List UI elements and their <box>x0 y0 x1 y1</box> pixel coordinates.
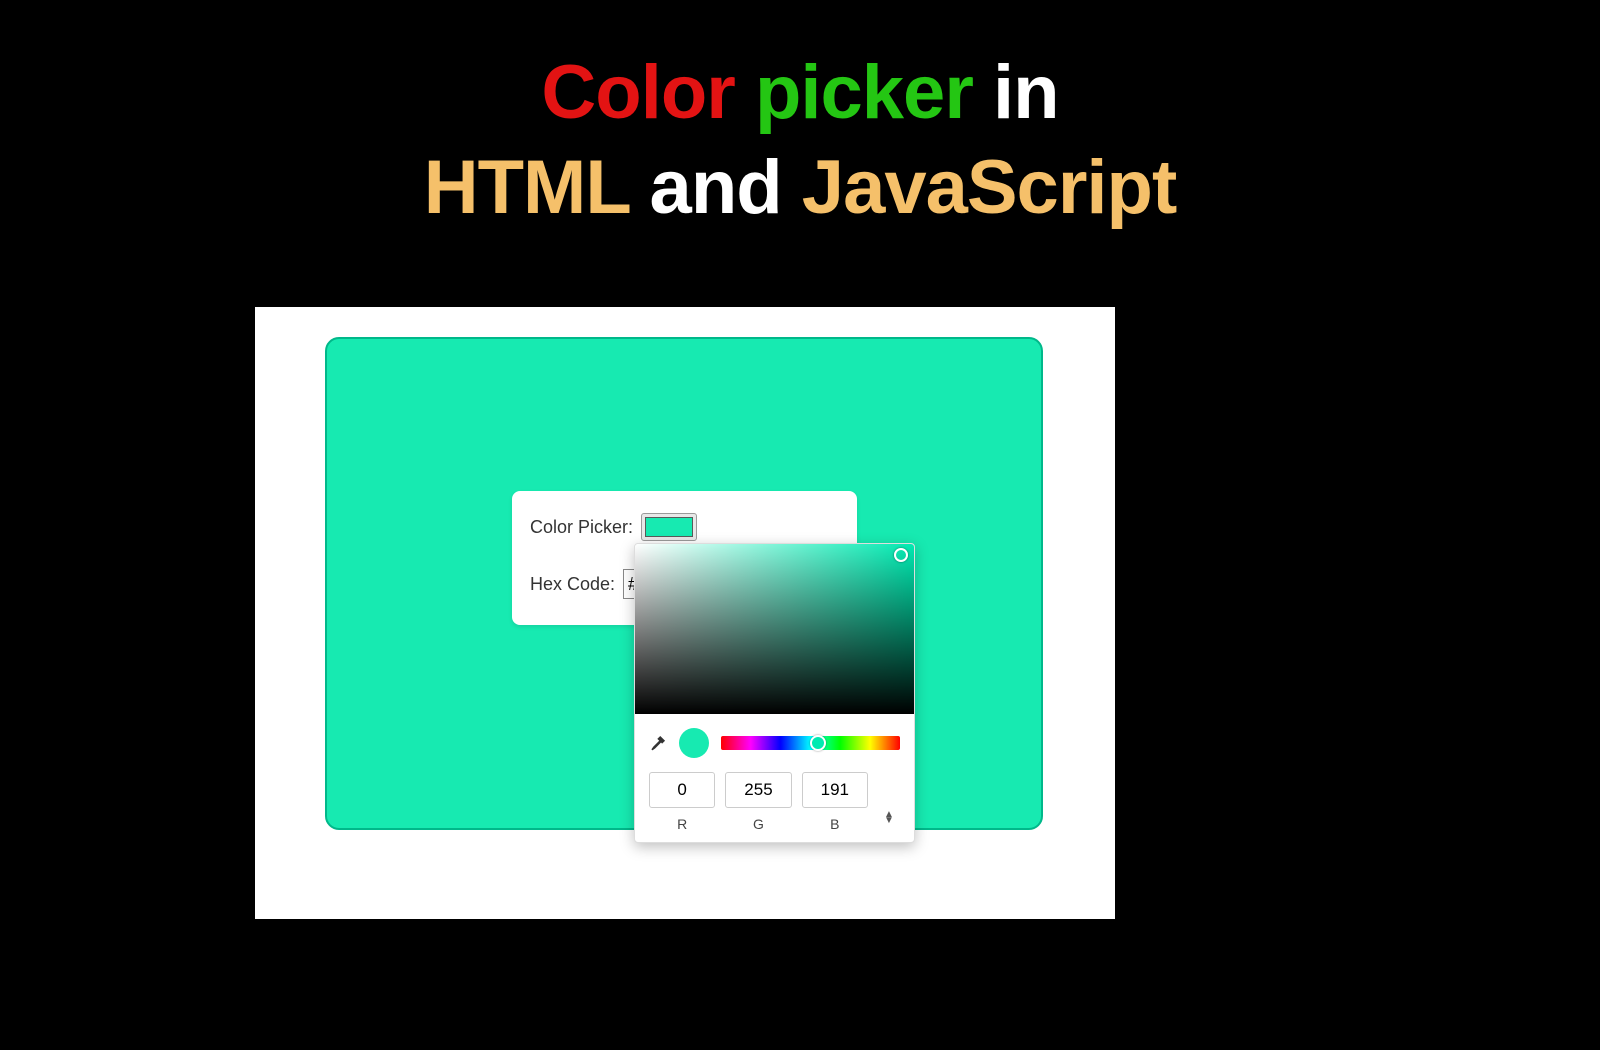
r-label: R <box>649 816 715 832</box>
sv-handle-icon[interactable] <box>894 548 908 562</box>
title-word-color: Color <box>541 50 734 135</box>
b-column: B <box>802 772 868 832</box>
color-picker-popup: R G B ▲ ▼ <box>634 543 915 843</box>
title-word-and: and <box>650 145 782 230</box>
title-word-picker: picker <box>755 50 973 135</box>
rgb-inputs-row: R G B ▲ ▼ <box>635 768 914 832</box>
b-label: B <box>802 816 868 832</box>
title-word-javascript: JavaScript <box>802 145 1176 230</box>
title-word-html: HTML <box>424 145 630 230</box>
color-picker-input[interactable] <box>641 513 697 541</box>
color-picker-label: Color Picker: <box>530 517 633 538</box>
page-title: Color picker in HTML and JavaScript <box>0 0 1600 235</box>
chevron-down-icon: ▼ <box>884 818 894 824</box>
hue-slider[interactable] <box>721 736 900 750</box>
saturation-value-area[interactable] <box>635 544 914 714</box>
g-column: G <box>725 772 791 832</box>
title-word-in: in <box>993 50 1059 135</box>
color-picker-row: Color Picker: <box>530 513 839 541</box>
hex-code-label: Hex Code: <box>530 574 615 595</box>
eyedropper-icon[interactable] <box>649 734 667 752</box>
color-mode-toggle[interactable]: ▲ ▼ <box>878 812 900 824</box>
current-color-swatch <box>679 728 709 758</box>
color-swatch-icon <box>645 517 693 537</box>
g-label: G <box>725 816 791 832</box>
b-input[interactable] <box>802 772 868 808</box>
r-column: R <box>649 772 715 832</box>
r-input[interactable] <box>649 772 715 808</box>
g-input[interactable] <box>725 772 791 808</box>
hue-handle-icon[interactable] <box>810 735 826 751</box>
picker-controls-row <box>635 714 914 768</box>
